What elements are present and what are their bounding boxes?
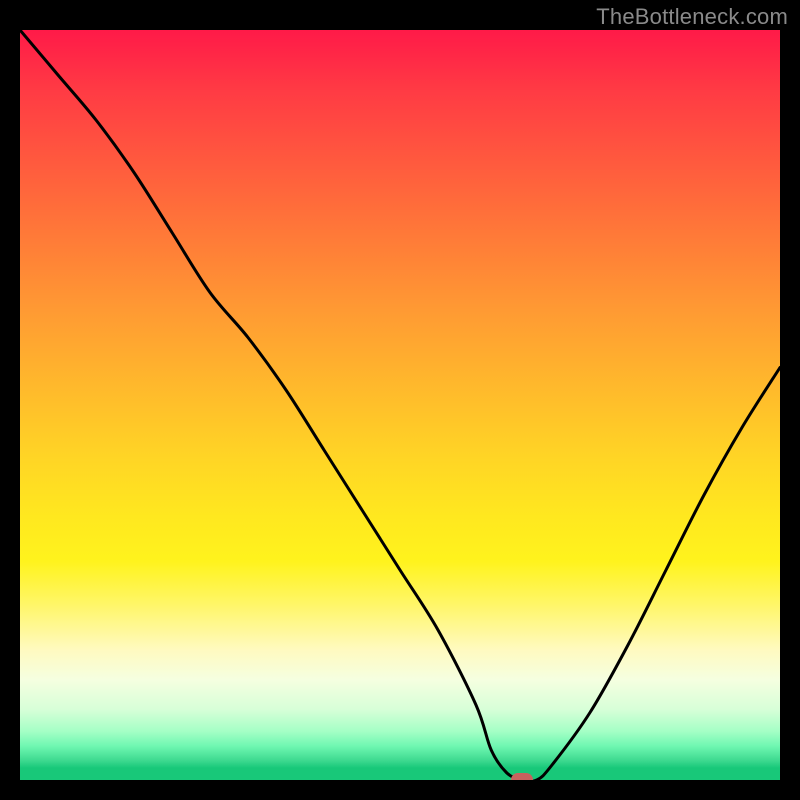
curve-path xyxy=(20,30,780,780)
chart-frame: TheBottleneck.com xyxy=(0,0,800,800)
bottleneck-curve xyxy=(20,30,780,780)
plot-area xyxy=(20,30,780,780)
optimal-marker xyxy=(511,773,533,780)
watermark-text: TheBottleneck.com xyxy=(596,4,788,30)
